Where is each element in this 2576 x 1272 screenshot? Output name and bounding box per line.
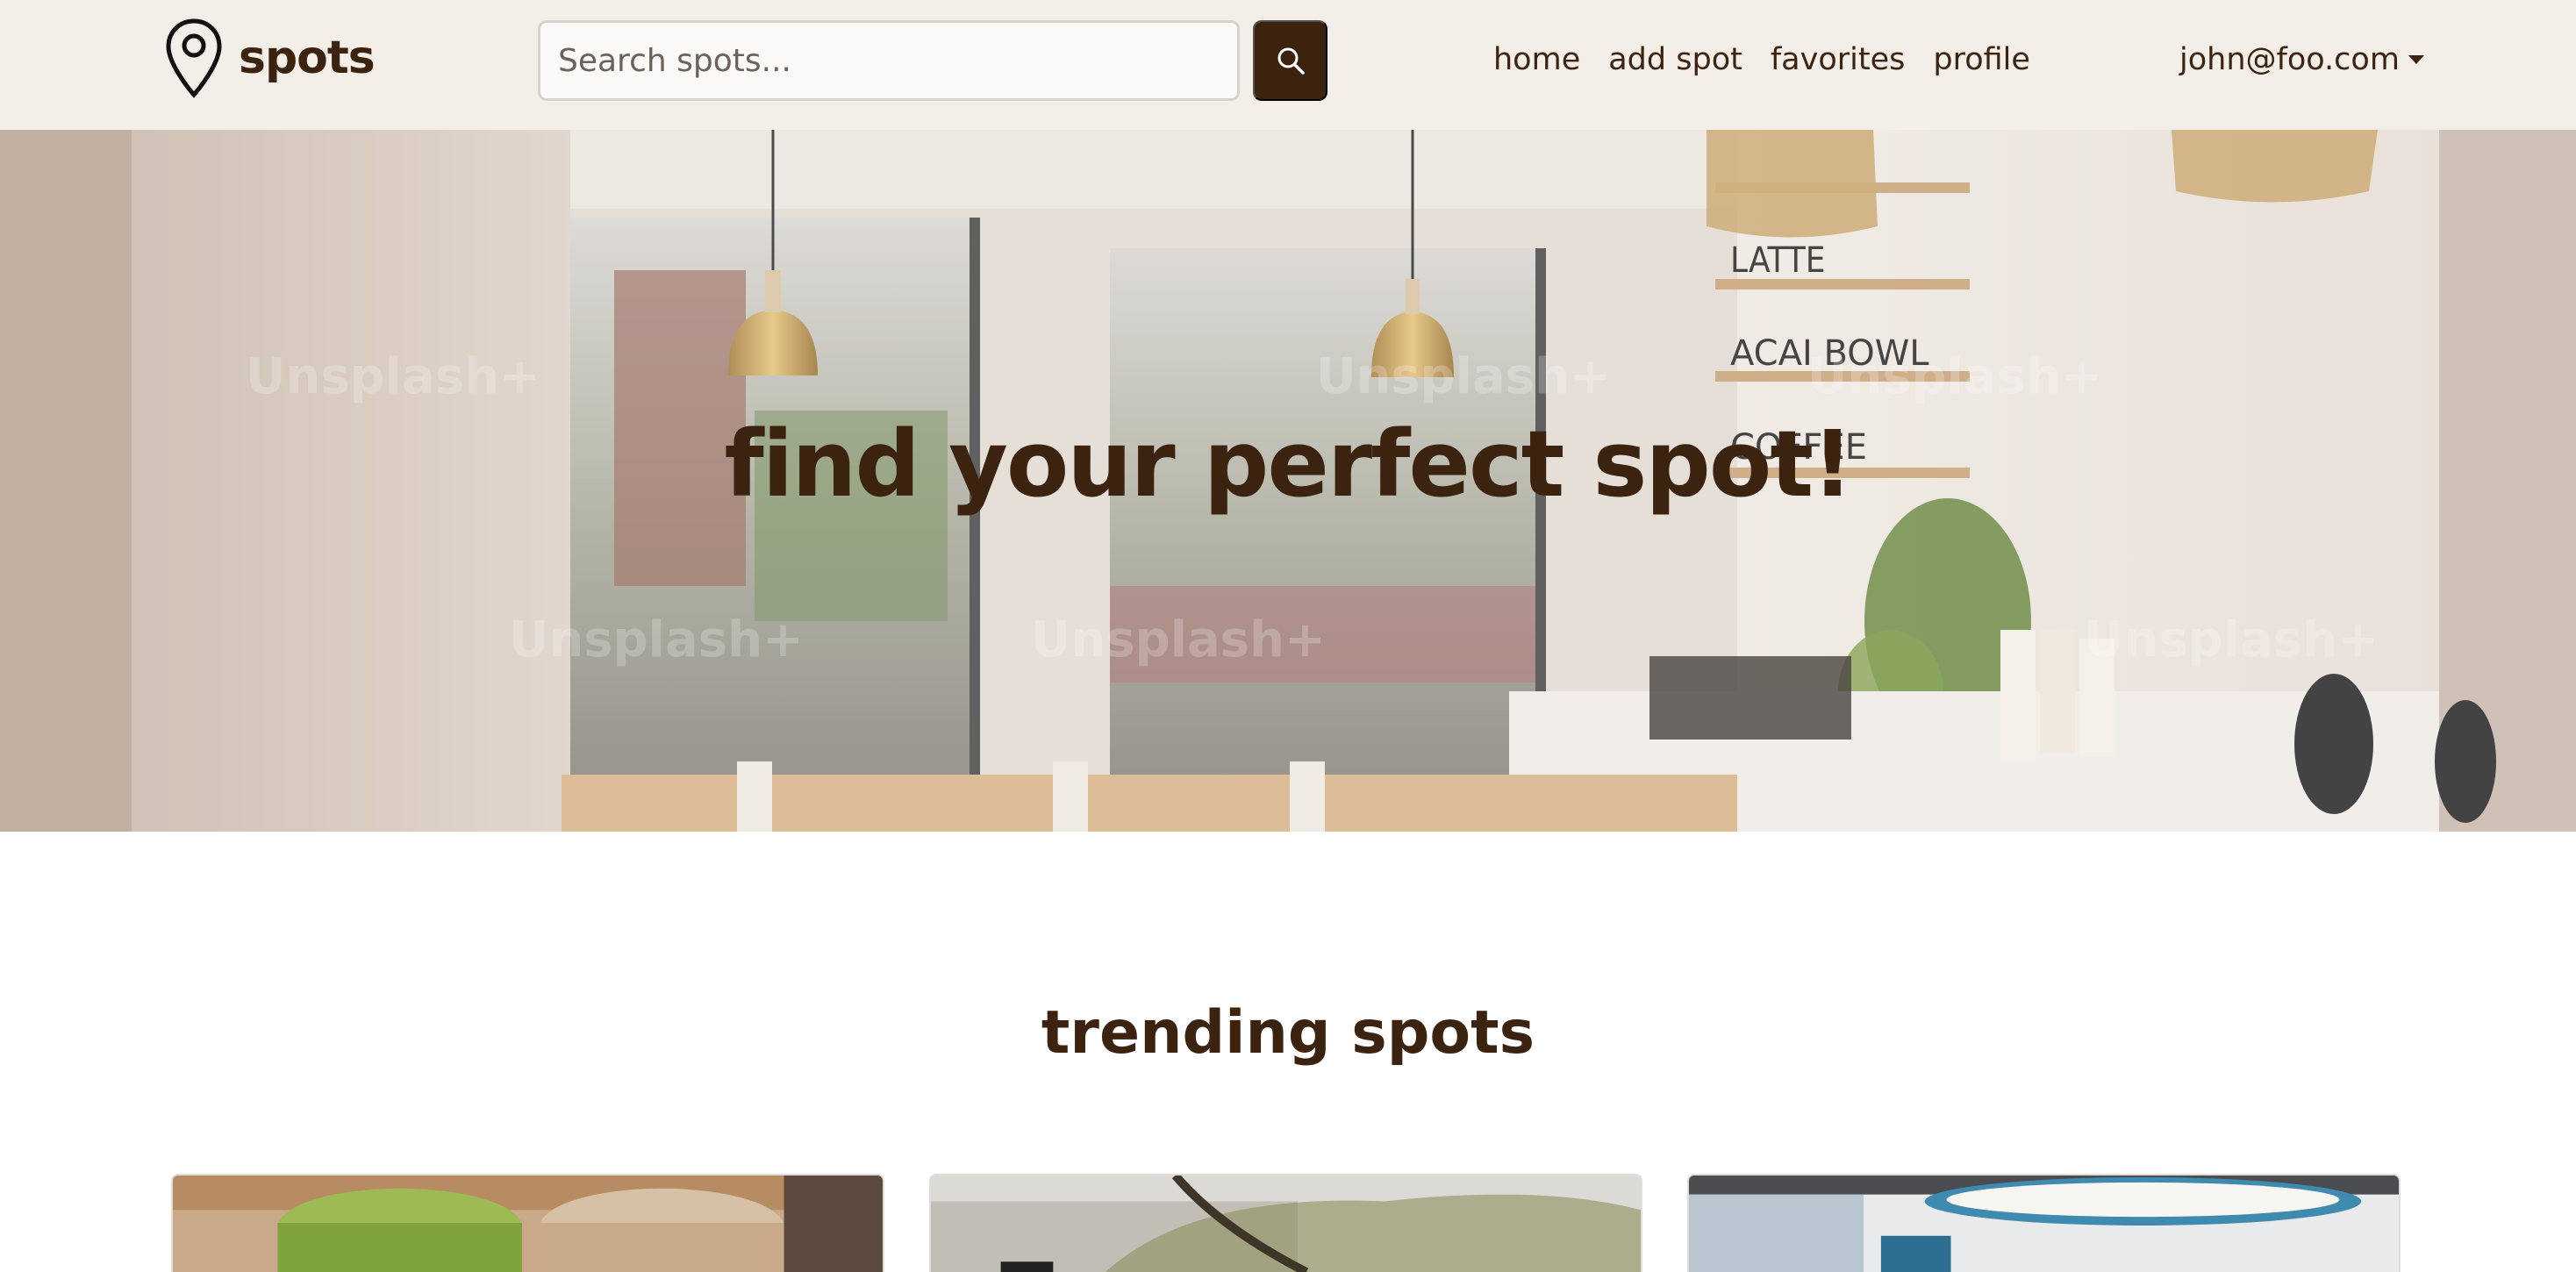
watermark-5: Unsplash+ (1031, 611, 1326, 668)
hero-title: find your perfect spot! (724, 411, 1854, 518)
hero-banner: LATTE ACAI BOWL COFFEE Unsplash+ Unsplas… (0, 130, 2576, 832)
map-pin-icon (166, 18, 222, 98)
user-email: john@foo.com (2179, 42, 2400, 77)
watermark-6: Unsplash+ (2084, 611, 2379, 668)
trending-card[interactable] (171, 1174, 884, 1272)
watermark-4: Unsplash+ (509, 611, 804, 668)
search-button[interactable] (1253, 20, 1327, 101)
brand-name: spots (239, 32, 376, 84)
navbar: spots home add spot favorites profile jo… (0, 0, 2576, 130)
watermark-3: Unsplash+ (1807, 348, 2102, 405)
trending-card[interactable] (929, 1174, 1642, 1272)
nav-link-profile[interactable]: profile (1933, 42, 2030, 77)
nav-link-add-spot[interactable]: add spot (1608, 42, 1742, 77)
trending-card[interactable] (1687, 1174, 2401, 1272)
watermark-2: Unsplash+ (1316, 348, 1611, 405)
nav-link-home[interactable]: home (1493, 42, 1580, 77)
main-nav: home add spot favorites profile (1493, 35, 2058, 84)
watermark-1: Unsplash+ (246, 348, 540, 405)
brand-home-link[interactable]: spots (163, 18, 376, 98)
search-icon (1277, 47, 1305, 75)
office-interior-photo (1689, 1176, 2399, 1272)
cafe-storefront-photo (931, 1176, 1641, 1272)
caret-down-icon (2408, 55, 2424, 64)
search-input[interactable] (538, 20, 1240, 101)
user-menu-toggle[interactable]: john@foo.com (2179, 35, 2424, 84)
nav-link-favorites[interactable]: favorites (1771, 42, 1906, 77)
iced-drinks-photo (173, 1176, 883, 1272)
trending-title: trending spots (1041, 998, 1535, 1068)
